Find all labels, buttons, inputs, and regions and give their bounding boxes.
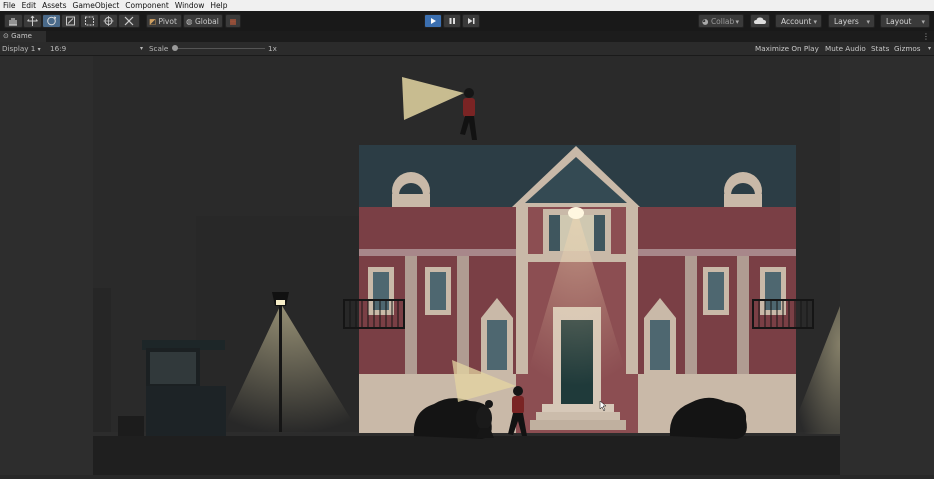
pause-icon bbox=[449, 18, 455, 24]
account-label: Account bbox=[781, 17, 812, 26]
menu-gameobject[interactable]: GameObject bbox=[70, 0, 123, 11]
chevron-down-icon: ▾ bbox=[927, 45, 931, 52]
display-label: Display 1 bbox=[2, 44, 36, 53]
gizmos-dropdown[interactable]: Gizmos bbox=[891, 43, 923, 54]
tab-menu-icon[interactable]: ⋮ bbox=[922, 31, 930, 42]
pivot-label: Pivot bbox=[158, 17, 177, 26]
tab-bar: ⊙ Game ⋮ bbox=[0, 31, 934, 42]
account-dropdown[interactable]: Account bbox=[775, 14, 822, 29]
grid-snap-icon: ▦ bbox=[229, 17, 237, 26]
menu-edit[interactable]: Edit bbox=[19, 0, 40, 11]
aspect-label: 16:9 bbox=[50, 44, 67, 53]
maximize-on-play-toggle[interactable]: Maximize On Play bbox=[752, 43, 822, 54]
rotate-tool-icon bbox=[47, 16, 57, 26]
collab-dropdown[interactable]: ◕ Collab bbox=[698, 14, 744, 29]
mansion-window bbox=[425, 267, 451, 315]
transform-tool-button[interactable] bbox=[99, 14, 118, 28]
global-label: Global bbox=[194, 17, 219, 26]
pause-button[interactable] bbox=[443, 14, 461, 28]
menu-assets[interactable]: Assets bbox=[39, 0, 69, 11]
scale-slider-track[interactable] bbox=[173, 48, 265, 49]
aspect-dropdown[interactable]: 16:9 ▾ bbox=[50, 42, 146, 55]
layout-dropdown[interactable]: Layout bbox=[880, 14, 930, 29]
menu-bar: File Edit Assets GameObject Component Wi… bbox=[0, 0, 934, 11]
hand-tool-icon bbox=[9, 18, 17, 26]
scale-value: 1x bbox=[268, 44, 277, 53]
step-button[interactable] bbox=[462, 14, 480, 28]
street-lamp-post bbox=[279, 306, 282, 432]
snap-button[interactable]: ▦ bbox=[225, 14, 241, 28]
main-toolbar: ◩ Pivot ◍ Global ▦ ◕ Collab Account Laye… bbox=[0, 11, 934, 32]
scale-tool-icon bbox=[66, 16, 75, 26]
stats-toggle[interactable]: Stats bbox=[868, 43, 892, 54]
play-button[interactable] bbox=[424, 14, 442, 28]
tab-game-label: Game bbox=[11, 32, 32, 40]
game-scene bbox=[0, 56, 934, 475]
custom-tool-icon bbox=[124, 16, 134, 26]
ground bbox=[93, 434, 840, 475]
play-icon bbox=[431, 18, 436, 24]
rect-tool-icon bbox=[85, 16, 94, 26]
layers-label: Layers bbox=[834, 17, 859, 26]
menu-file[interactable]: File bbox=[0, 0, 19, 11]
tab-game[interactable]: ⊙ Game bbox=[0, 31, 46, 42]
collab-label: Collab bbox=[710, 17, 735, 26]
collab-icon: ◕ bbox=[702, 17, 709, 26]
move-tool-button[interactable] bbox=[23, 14, 42, 28]
hand-tool-button[interactable] bbox=[4, 14, 23, 28]
cloud-icon bbox=[754, 17, 766, 24]
scale-slider-handle[interactable] bbox=[172, 45, 178, 51]
menu-component[interactable]: Component bbox=[122, 0, 172, 11]
door-lamp bbox=[568, 207, 584, 219]
menu-help[interactable]: Help bbox=[207, 0, 230, 11]
chevron-down-icon: ▾ bbox=[139, 45, 143, 52]
custom-tool-button[interactable] bbox=[118, 14, 140, 28]
mansion-window bbox=[760, 267, 786, 315]
move-tool-icon bbox=[27, 15, 38, 26]
layout-label: Layout bbox=[886, 17, 912, 26]
cloud-button[interactable] bbox=[750, 14, 770, 28]
game-view-toolbar: Display 1 ▾ 16:9 ▾ Scale 1x Maximize On … bbox=[0, 42, 934, 56]
game-controller-icon: ⊙ bbox=[3, 32, 9, 40]
rect-tool-button[interactable] bbox=[80, 14, 99, 28]
global-toggle[interactable]: ◍ Global bbox=[183, 14, 223, 28]
chevron-down-icon: ▾ bbox=[37, 46, 41, 53]
scale-tool-button[interactable] bbox=[61, 14, 80, 28]
layers-dropdown[interactable]: Layers bbox=[828, 14, 875, 29]
transform-tool-icon bbox=[103, 16, 114, 26]
game-viewport[interactable] bbox=[0, 56, 934, 475]
pivot-toggle[interactable]: ◩ Pivot bbox=[146, 14, 182, 28]
global-icon: ◍ bbox=[186, 17, 193, 26]
step-icon bbox=[468, 18, 475, 24]
rotate-tool-button[interactable] bbox=[42, 14, 61, 28]
scale-label: Scale bbox=[149, 44, 169, 53]
viewport-letterbox-right bbox=[840, 56, 934, 475]
mansion-window-left-upper bbox=[368, 267, 394, 315]
mansion-window bbox=[703, 267, 729, 315]
viewport-letterbox-left bbox=[0, 56, 93, 475]
menu-window[interactable]: Window bbox=[172, 0, 208, 11]
pivot-icon: ◩ bbox=[149, 17, 157, 26]
display-dropdown[interactable]: Display 1 ▾ bbox=[2, 42, 41, 56]
mute-audio-toggle[interactable]: Mute Audio bbox=[822, 43, 869, 54]
